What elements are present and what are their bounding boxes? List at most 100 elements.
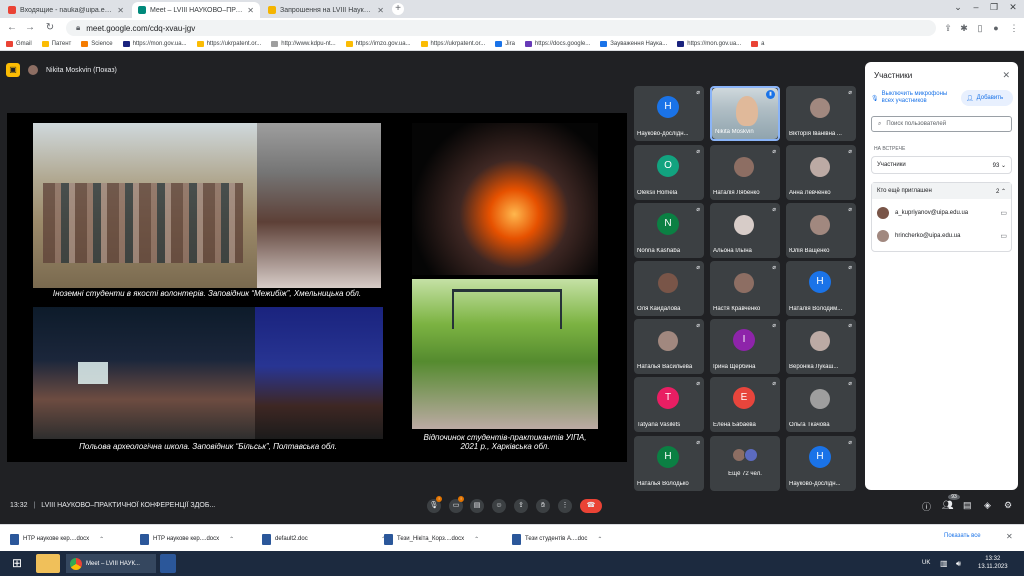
participant-tile[interactable]: H ⌀ Науково-дослідн... bbox=[634, 86, 704, 141]
search-input[interactable]: ⌕ Поиск пользователей bbox=[871, 116, 1012, 132]
chevron-up-icon: ⌃ bbox=[1000, 188, 1006, 195]
participant-tile[interactable]: E ⌀ Елена Бабаева bbox=[710, 377, 780, 432]
tab-meet[interactable]: Meet – LVIII НАУКОВО–ПРАКТ ✕ bbox=[132, 2, 260, 18]
participants-group[interactable]: Участники 93 ⌄ bbox=[871, 156, 1012, 174]
download-item[interactable]: НТР наукове кер....docx ⌃ bbox=[140, 531, 234, 547]
forward-icon[interactable]: → bbox=[24, 22, 36, 34]
mic-off-icon: ⌀ bbox=[848, 207, 852, 213]
language-indicator[interactable]: UK bbox=[922, 560, 930, 566]
people-icon[interactable]: 👥︎ bbox=[942, 500, 953, 511]
download-item[interactable]: НТР наукове кер....docx ⌃ bbox=[10, 531, 104, 547]
bookmark-item[interactable]: Зауваження Наука... bbox=[600, 41, 667, 47]
menu-icon[interactable]: ⋮ bbox=[1008, 22, 1020, 34]
more-options-button[interactable]: ⋮ bbox=[558, 499, 572, 513]
end-call-button[interactable]: ☎︎ bbox=[580, 499, 602, 513]
bookmark-item[interactable]: http://www.kdpu-nt... bbox=[271, 41, 336, 47]
info-icon[interactable]: ⓘ bbox=[922, 500, 931, 513]
present-button[interactable]: ⇪ bbox=[514, 499, 528, 513]
participant-tile[interactable]: ⌀ Вікторія Іванівна ... bbox=[786, 86, 856, 141]
participant-tile[interactable]: Ещё 72 чел. bbox=[710, 436, 780, 491]
file-explorer-icon[interactable] bbox=[36, 554, 60, 573]
reload-icon[interactable]: ↻ bbox=[44, 22, 56, 34]
participant-tile[interactable]: I ⌀ Ірина Щербина bbox=[710, 319, 780, 374]
close-tab-icon[interactable]: ✕ bbox=[377, 6, 384, 15]
close-window-button[interactable]: ✕ bbox=[1005, 2, 1021, 16]
participant-tile[interactable]: ⌀ Настя Кравченко bbox=[710, 261, 780, 316]
participant-tile[interactable]: ⌀ Наталія Лябенко bbox=[710, 145, 780, 200]
close-tab-icon[interactable]: ✕ bbox=[247, 6, 254, 15]
participant-name: Наталья Васильева bbox=[637, 364, 693, 370]
participant-tile[interactable]: T ⌀ Tatyana Vasilets bbox=[634, 377, 704, 432]
bookmark-item[interactable]: https://mon.gov.ua... bbox=[677, 41, 741, 47]
mute-all-button[interactable]: 🎙︎ Выключить микрофоны всех участников bbox=[871, 90, 959, 106]
participant-tile[interactable]: ⌀ Оля Кайдалова bbox=[634, 261, 704, 316]
bookmark-item[interactable]: https://docs.google... bbox=[524, 41, 590, 47]
participant-tile[interactable]: H ⌀ Наталія Володим... bbox=[786, 261, 856, 316]
participant-tile[interactable]: H ⌀ Наталья Володько bbox=[634, 436, 704, 491]
participant-tile[interactable]: ⌀ Юлія Ващенко bbox=[786, 203, 856, 258]
network-icon[interactable]: ▥ bbox=[940, 554, 952, 573]
participant-tile[interactable]: H ⌀ Науково-дослідн... bbox=[786, 436, 856, 491]
download-item[interactable]: Тези_Нікіта_Корз....docx ⌃ bbox=[384, 531, 479, 547]
back-icon[interactable]: ← bbox=[6, 22, 18, 34]
globe-icon bbox=[271, 41, 279, 47]
extensions-icon[interactable]: ✱ bbox=[958, 22, 970, 34]
minimize-button[interactable]: – bbox=[968, 2, 984, 16]
taskbar-chrome-item[interactable]: Meet – LVIII НАУК... bbox=[66, 554, 156, 573]
participant-tile[interactable]: ⌀ Вероніка Лукаш... bbox=[786, 319, 856, 374]
url-input[interactable]: 🔒︎ meet.google.com/cdq-xvau-jgv bbox=[66, 20, 936, 36]
close-icon[interactable]: ✕ bbox=[1006, 532, 1013, 541]
bookmark-item[interactable]: Jira bbox=[495, 41, 515, 47]
captions-button[interactable]: ▤ bbox=[470, 499, 484, 513]
bookmark-item[interactable]: a bbox=[751, 41, 765, 47]
present-screen-icon[interactable]: ▣ bbox=[6, 63, 20, 77]
invited-header[interactable]: Кто ещё приглашен 2 ⌃ bbox=[872, 183, 1011, 199]
profile-icon[interactable]: ● bbox=[990, 22, 1002, 34]
raise-hand-button[interactable]: ✋︎ bbox=[536, 499, 550, 513]
restore-button[interactable]: ❐ bbox=[986, 2, 1002, 16]
participant-tile[interactable]: ⌀ Ольга Ткачова bbox=[786, 377, 856, 432]
bookmark-item[interactable]: https://imzo.gov.ua... bbox=[345, 41, 411, 47]
tab-invitation[interactable]: Запрошення на LVIII Науково-п ✕ bbox=[262, 2, 390, 18]
add-people-button[interactable]: 👤︎ Добавить bbox=[961, 90, 1013, 106]
tab-search-icon[interactable]: ⌄ bbox=[950, 2, 966, 16]
participant-tile[interactable]: ⌀ Наталья Васильева bbox=[634, 319, 704, 374]
message-icon[interactable]: ▭ bbox=[1000, 209, 1007, 217]
activities-icon[interactable]: ◈ bbox=[984, 500, 991, 511]
participant-tile[interactable]: ⌀ Альона Ільїна bbox=[710, 203, 780, 258]
bookmark-item[interactable]: Science bbox=[81, 41, 113, 47]
participant-tile[interactable]: ⌀ Анна Левченко bbox=[786, 145, 856, 200]
close-icon[interactable]: ✕ bbox=[1002, 70, 1010, 81]
message-icon[interactable]: ▭ bbox=[1000, 232, 1007, 240]
host-controls-icon[interactable]: ⚙︎ bbox=[1004, 500, 1012, 511]
download-item[interactable]: default2.doc⌃ bbox=[262, 531, 386, 547]
chevron-up-icon: ⌃ bbox=[474, 536, 480, 543]
clock[interactable]: 13:32 13.11.2023 bbox=[978, 555, 1008, 571]
word-doc-icon bbox=[262, 533, 271, 545]
new-tab-button[interactable]: + bbox=[392, 3, 404, 15]
show-all-downloads-link[interactable]: Показать все bbox=[944, 533, 981, 539]
participant-tile[interactable]: N ⌀ Nonna Kashaba bbox=[634, 203, 704, 258]
download-item[interactable]: Тези студентів А....doc ⌃ bbox=[512, 531, 602, 547]
bookmark-item[interactable]: https://ukrpatent.or... bbox=[196, 41, 261, 47]
participant-tile[interactable]: O ⌀ Oleksii Homela bbox=[634, 145, 704, 200]
emoji-button[interactable]: ☺ bbox=[492, 499, 506, 513]
close-tab-icon[interactable]: ✕ bbox=[117, 6, 124, 15]
bookmark-item[interactable]: https://ukrpatent.or... bbox=[420, 41, 485, 47]
sidepanel-icon[interactable]: ▯ bbox=[974, 22, 986, 34]
share-icon[interactable]: ⇪ bbox=[942, 22, 954, 34]
list-item[interactable]: a_kupriyanov@uipa.edu.ua ▭ bbox=[877, 206, 1007, 220]
tab-gmail[interactable]: Входящие - nauka@uipa.edu.ua ✕ bbox=[2, 2, 130, 18]
chat-icon[interactable]: ▤ bbox=[963, 500, 972, 511]
bookmark-item[interactable]: https://mon.gov.ua... bbox=[122, 41, 187, 47]
flag-icon bbox=[420, 41, 428, 47]
participant-tile[interactable]: ▮ Nikita Moskvin bbox=[710, 86, 780, 141]
list-item[interactable]: hrincherko@uipa.edu.ua ▭ bbox=[877, 229, 1007, 243]
participant-name: Юлія Ващенко bbox=[789, 248, 830, 254]
bookmark-item[interactable]: Патент bbox=[41, 41, 71, 47]
more-participants-avatars bbox=[732, 448, 758, 464]
bookmark-item[interactable]: Gmail bbox=[6, 41, 32, 47]
volume-icon[interactable]: 🔊︎ bbox=[956, 554, 968, 573]
word-icon[interactable] bbox=[160, 554, 176, 573]
windows-start-icon[interactable]: ⊞ bbox=[4, 554, 30, 573]
